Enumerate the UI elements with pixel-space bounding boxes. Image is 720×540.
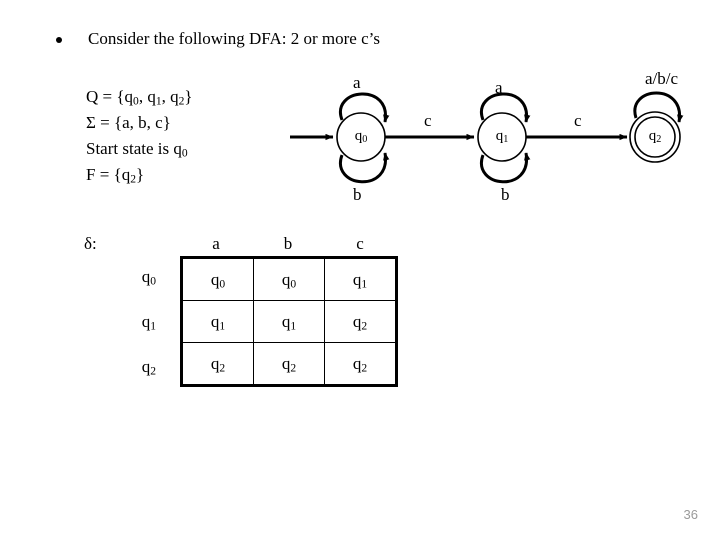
table-row-header-q2: q2 [141,357,156,378]
state-label-q2: q2 [648,128,662,146]
edge-label-q1-a: a [495,78,503,97]
table-cell: q1 [181,300,254,343]
edge-label-q1-b: b [501,185,510,204]
edge-label-q0-q1-c: c [424,111,432,130]
page-number: 36 [683,507,698,522]
edge-label-q2-abc: a/b/c [645,69,679,88]
table-cell: q1 [324,257,397,301]
edge-label-q0-b: b [353,185,362,204]
table-row: q0 q0 q1 [181,257,397,301]
table-cell: q0 [253,257,325,301]
table-row-header-q0: q0 [141,267,156,288]
transition-function-label: δ: [84,234,97,253]
table-row: q1 q1 q2 [181,300,397,343]
table-column-header-b: b [283,234,293,253]
transition-table: q0 q0 q1 q1 q1 q2 q2 q2 q2 [180,256,398,387]
slide-canvas: Consider the following DFA: 2 or more c’… [0,0,720,540]
edge-label-q1-q2-c: c [574,111,582,130]
table-cell: q1 [253,300,325,343]
table-column-header-a: a [212,234,220,253]
dfa-state-diagram: q0 q1 q2 a b a b a/b/c c c [0,0,720,230]
state-label-q1: q1 [495,128,509,146]
table-cell: q2 [181,342,254,386]
table-cell: q2 [253,342,325,386]
table-row: q2 q2 q2 [181,342,397,386]
table-cell: q2 [324,300,397,343]
edge-label-q0-a: a [353,73,361,92]
table-cell: q2 [324,342,397,386]
table-column-header-c: c [356,234,364,253]
table-row-header-q1: q1 [141,312,156,333]
table-cell: q0 [181,257,254,301]
state-label-q0: q0 [354,128,368,146]
